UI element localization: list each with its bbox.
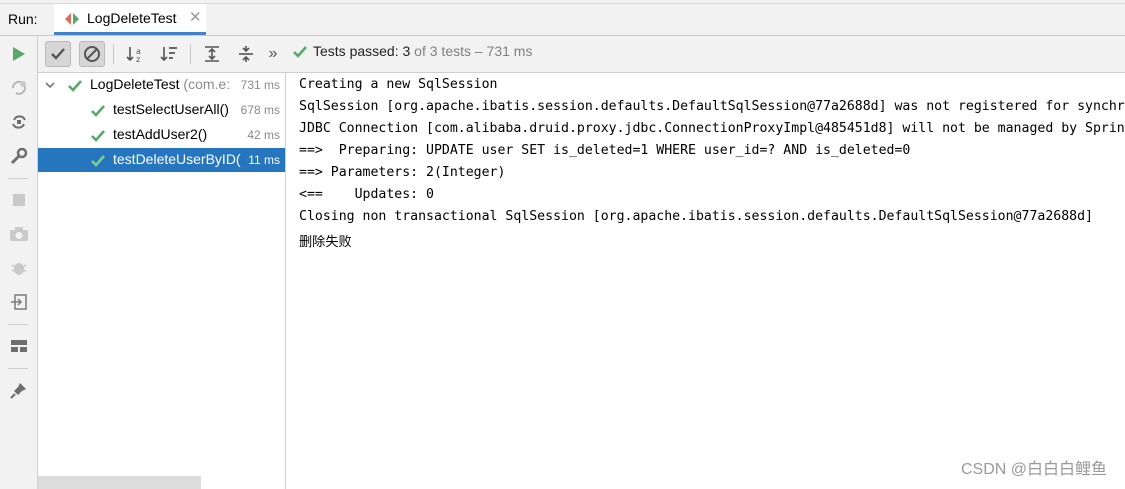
rerun-icon[interactable] bbox=[8, 43, 30, 65]
passed-check-icon bbox=[91, 130, 105, 142]
root-name: LogDeleteTest bbox=[90, 76, 180, 92]
passed-check-icon bbox=[293, 46, 307, 58]
watermark: CSDN @白白白鲤鱼 bbox=[960, 461, 1107, 478]
expand-all-icon bbox=[205, 46, 219, 62]
console-line: 删除失败 bbox=[299, 235, 352, 250]
separator bbox=[8, 324, 28, 325]
console-output[interactable]: Creating a new SqlSession SqlSession [or… bbox=[286, 73, 1125, 489]
passed-check-icon bbox=[91, 155, 105, 167]
collapse-all-button[interactable] bbox=[233, 41, 259, 67]
pin-icon[interactable] bbox=[8, 379, 30, 401]
root-package: (com.e: bbox=[179, 76, 231, 92]
passed-check-icon bbox=[91, 105, 105, 117]
collapse-all-icon bbox=[239, 46, 253, 62]
more-actions-button[interactable]: » bbox=[262, 41, 284, 67]
separator bbox=[8, 178, 28, 179]
separator bbox=[113, 44, 114, 64]
console-line: JDBC Connection [com.alibaba.druid.proxy… bbox=[299, 121, 1125, 136]
test-duration: 42 ms bbox=[247, 128, 280, 142]
run-label: Run: bbox=[8, 11, 38, 27]
sort-by-duration-button[interactable] bbox=[156, 41, 182, 67]
test-name: testSelectUserAll() bbox=[113, 101, 229, 117]
test-name: testDeleteUserByID( bbox=[113, 151, 241, 167]
test-name: testAddUser2() bbox=[113, 126, 208, 142]
more-icon: » bbox=[268, 45, 278, 62]
run-tab-bar: Run: LogDeleteTest ✕ bbox=[0, 4, 1125, 36]
passed-check-icon bbox=[68, 80, 82, 92]
sort-alphabetically-button[interactable]: az bbox=[122, 41, 148, 67]
check-icon bbox=[51, 48, 65, 60]
sort-alpha-icon: az bbox=[126, 47, 141, 63]
horizontal-scrollbar[interactable] bbox=[38, 476, 201, 489]
expand-all-button[interactable] bbox=[199, 41, 225, 67]
camera-icon[interactable] bbox=[8, 223, 30, 245]
tree-item-row[interactable]: testAddUser2() 42 ms bbox=[38, 123, 285, 147]
console-line: ==> Preparing: UPDATE user SET is_delete… bbox=[299, 143, 911, 158]
svg-text:z: z bbox=[136, 55, 140, 63]
rerun-failed-icon[interactable] bbox=[8, 77, 30, 99]
show-passed-button[interactable] bbox=[45, 41, 71, 67]
sort-duration-icon bbox=[160, 47, 177, 62]
debug-icon[interactable] bbox=[8, 257, 30, 279]
console-line: <== Updates: 0 bbox=[299, 187, 434, 202]
test-status: Tests passed: 3 of 3 tests – 731 ms bbox=[313, 43, 532, 59]
test-duration: 11 ms bbox=[248, 153, 280, 167]
toggle-auto-test-icon[interactable] bbox=[8, 111, 30, 133]
console-line: Closing non transactional SqlSession [or… bbox=[299, 209, 1093, 224]
separator bbox=[190, 44, 191, 64]
test-duration: 678 ms bbox=[240, 103, 280, 117]
status-prefix: Tests passed: bbox=[313, 43, 403, 59]
root-duration: 731 ms bbox=[240, 78, 280, 92]
tab-log-delete-test[interactable]: LogDeleteTest ✕ bbox=[54, 4, 206, 35]
close-icon[interactable]: ✕ bbox=[189, 8, 202, 26]
test-toolbar: az » Tests passed: 3 of 3 tests – 731 ms bbox=[38, 36, 1125, 73]
ignored-icon bbox=[84, 46, 100, 62]
tree-item-row[interactable]: testSelectUserAll() 678 ms bbox=[38, 98, 285, 122]
import-icon[interactable] bbox=[8, 291, 30, 313]
left-action-bar bbox=[0, 36, 38, 489]
console-line: SqlSession [org.apache.ibatis.session.de… bbox=[299, 99, 1125, 114]
tree-root-label: LogDeleteTest (com.e: bbox=[90, 76, 230, 92]
test-tree: LogDeleteTest (com.e: 731 ms testSelectU… bbox=[38, 73, 286, 489]
status-suffix: of 3 tests – 731 ms bbox=[410, 43, 533, 59]
test-class-icon bbox=[65, 13, 79, 25]
tree-item-row-selected[interactable]: testDeleteUserByID( 11 ms bbox=[38, 148, 285, 172]
stop-icon[interactable] bbox=[8, 189, 30, 211]
chevron-down-icon[interactable] bbox=[44, 79, 56, 91]
console-line: ==> Parameters: 2(Integer) bbox=[299, 165, 506, 180]
tab-title: LogDeleteTest bbox=[87, 10, 177, 26]
tree-root-row[interactable]: LogDeleteTest (com.e: 731 ms bbox=[38, 73, 285, 97]
separator bbox=[8, 368, 28, 369]
wrench-icon[interactable] bbox=[8, 145, 30, 167]
show-ignored-button[interactable] bbox=[79, 41, 105, 67]
layout-icon[interactable] bbox=[8, 335, 30, 357]
console-line: Creating a new SqlSession bbox=[299, 77, 498, 92]
